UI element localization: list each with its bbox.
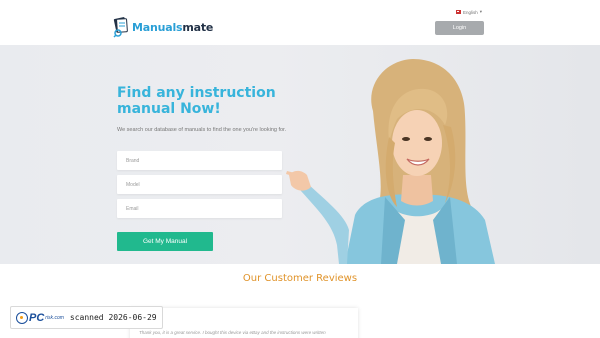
reviews-title: Our Customer Reviews — [242, 273, 358, 284]
logo-text-part2: mate — [182, 20, 214, 34]
pcrisk-logo: PC risk.com — [16, 311, 64, 324]
language-label: English — [463, 9, 478, 15]
model-input[interactable] — [117, 175, 282, 194]
chevron-down-icon: ▾ — [479, 9, 483, 14]
logo-text: Manualsmate — [132, 21, 213, 34]
hero-title: Find any instruction manual Now! — [117, 85, 276, 117]
hero-section: Find any instruction manual Now! We sear… — [0, 45, 600, 264]
pcrisk-watermark: PC risk.com scanned 2026-06-29 — [10, 306, 163, 329]
scanned-date: scanned 2026-06-29 — [69, 313, 157, 322]
pcrisk-circle-icon — [16, 311, 28, 324]
email-input[interactable] — [117, 199, 282, 218]
site-header: Manualsmate English ▾ Login — [0, 0, 600, 45]
login-button[interactable]: Login — [435, 21, 484, 35]
manualsmate-logo[interactable]: Manualsmate — [112, 16, 213, 38]
uk-flag-icon — [456, 10, 461, 14]
hero-woman-image — [285, 45, 505, 264]
review-card: “ Thank you, it is a great service. I bo… — [130, 308, 358, 338]
review-text: Thank you, it is a great service. I boug… — [139, 330, 326, 335]
pcrisk-pc-text: PC — [29, 311, 45, 324]
book-icon — [112, 16, 130, 38]
language-selector[interactable]: English ▾ — [456, 9, 482, 15]
get-my-manual-button[interactable]: Get My Manual — [117, 232, 213, 251]
logo-text-part1: Manuals — [132, 20, 183, 34]
hero-subtitle: We search our database of manuals to fin… — [117, 127, 287, 133]
brand-input[interactable] — [117, 151, 282, 170]
pcrisk-risk-text: risk.com — [45, 314, 64, 321]
